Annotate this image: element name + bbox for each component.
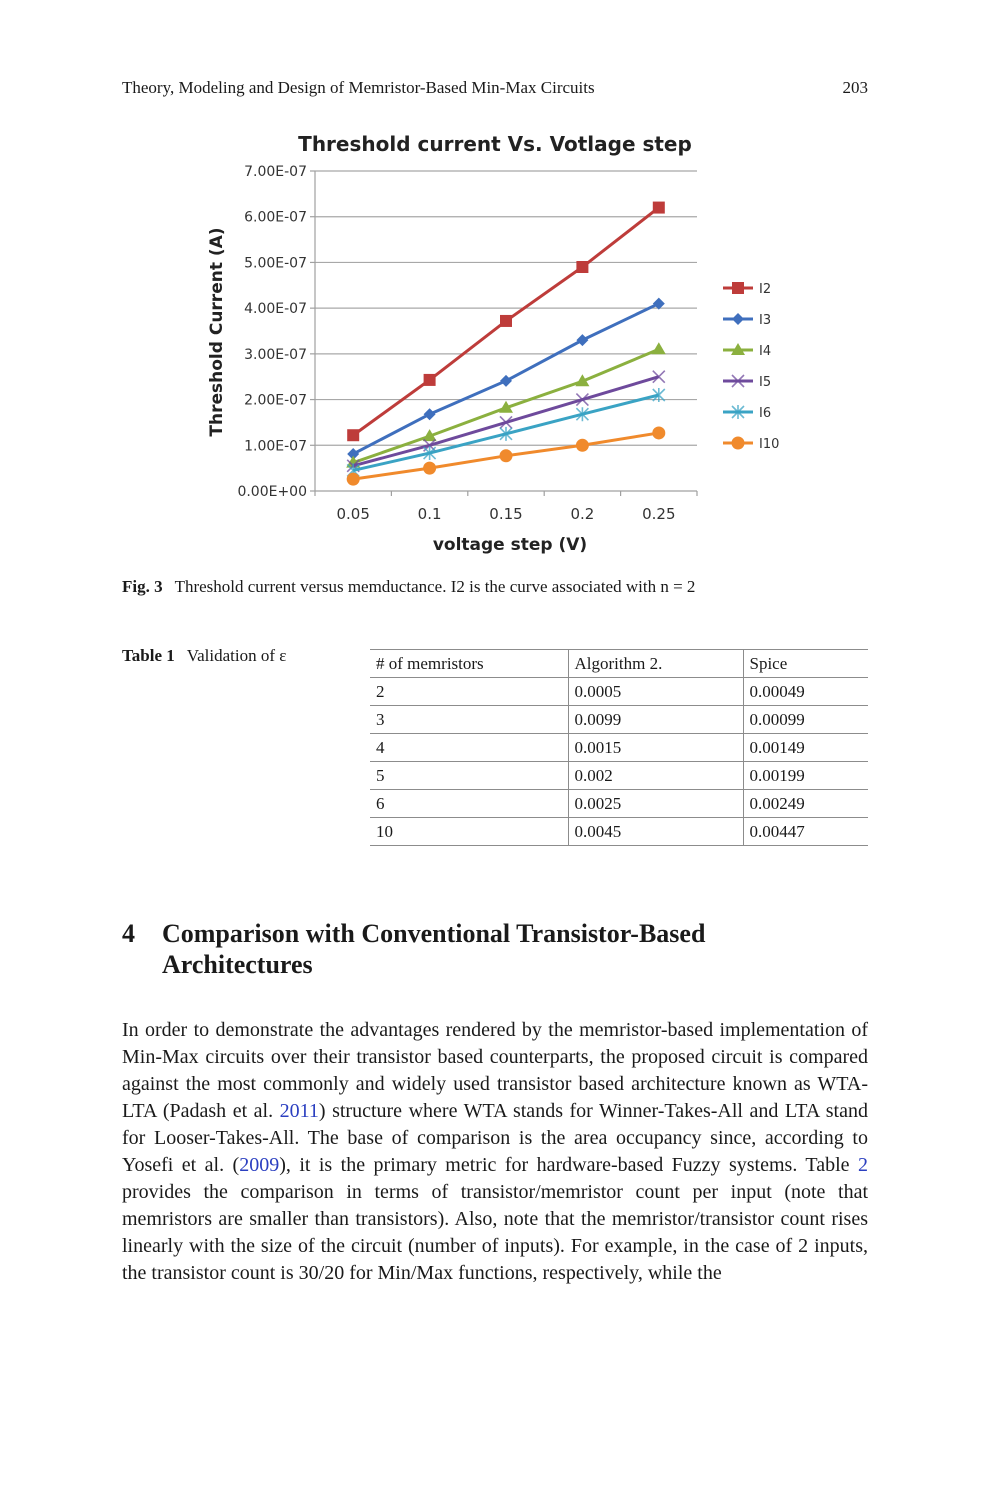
legend-label: I3 (759, 313, 771, 328)
table-cell: 0.00249 (743, 789, 868, 818)
figure-caption-text: Threshold current versus memductance. I2… (174, 577, 696, 596)
table-cell: 0.00149 (743, 733, 868, 762)
column-header: Spice (743, 649, 868, 678)
legend-label: I2 (759, 282, 771, 297)
validation-table: # of memristors Algorithm 2. Spice 2 0.0… (370, 649, 868, 846)
legend-label: I5 (759, 375, 771, 390)
data-point-triangle (651, 342, 666, 355)
table-row: 4 0.0015 0.00149 (370, 733, 868, 762)
data-point-circle (575, 438, 589, 452)
x-axis-ticks: 0.05 0.1 0.15 0.2 0.25 (314, 491, 698, 523)
data-point-circle (346, 472, 360, 486)
legend-label: I4 (759, 344, 771, 359)
body-text-segment: provides the comparison in terms of tran… (122, 1181, 868, 1284)
section-title: Comparison with Conventional Transistor-… (162, 919, 706, 979)
x-tick-label: 0.15 (489, 505, 522, 523)
data-point-circle (423, 461, 437, 475)
data-point-square (347, 429, 360, 442)
y-tick-label: 3.00E-07 (244, 347, 307, 363)
table-cell: 0.00199 (743, 761, 868, 790)
data-point-diamond (500, 374, 512, 387)
legend-item-i6: I6 (723, 405, 771, 421)
table-row: 10 0.0045 0.00447 (370, 817, 868, 846)
data-point-diamond (576, 334, 589, 347)
legend-item-i3: I3 (723, 313, 771, 328)
y-tick-label: 7.00E-07 (244, 164, 307, 180)
body-paragraph: In order to demonstrate the advantages r… (122, 1017, 868, 1287)
table-cell: 5 (370, 761, 569, 790)
table-row: 3 0.0099 0.00099 (370, 705, 868, 734)
data-point-square (500, 314, 512, 327)
legend-item-i5: I5 (723, 374, 771, 390)
data-point-square (652, 201, 665, 214)
table-row: 6 0.0025 0.00249 (370, 789, 868, 818)
running-title: Theory, Modeling and Design of Memristor… (122, 78, 595, 97)
legend-label: I10 (759, 437, 779, 452)
table-cell: 0.0005 (568, 677, 744, 706)
x-tick-label: 0.1 (418, 505, 442, 523)
data-point-diamond (423, 408, 436, 421)
column-header: # of memristors (370, 649, 569, 678)
page-number: 203 (842, 78, 869, 97)
table-caption: Table 1 Validation of ε (122, 646, 286, 666)
table-2-link[interactable]: 2 (858, 1154, 868, 1176)
legend-label: I6 (759, 406, 771, 421)
y-axis-label: Threshold Current (A) (207, 227, 227, 436)
table-cell: 0.0099 (568, 705, 744, 734)
table-row: 5 0.002 0.00199 (370, 761, 868, 790)
y-tick-label: 1.00E-07 (244, 438, 307, 454)
table-cell: 4 (370, 733, 569, 762)
citation-link-padash[interactable]: 2011 (280, 1100, 319, 1122)
table-caption-text: Validation of ε (186, 646, 287, 665)
data-point-circle (652, 426, 666, 440)
table-cell: 3 (370, 705, 569, 734)
citation-link-yosefi[interactable]: 2009 (239, 1154, 279, 1176)
x-axis-label: voltage step (V) (433, 535, 587, 555)
chart-series (346, 201, 666, 486)
column-header: Algorithm 2. (568, 649, 744, 678)
figure-label: Fig. 3 (122, 577, 163, 596)
table-cell: 6 (370, 789, 569, 818)
data-point-square (576, 261, 589, 273)
table-cell: 0.00447 (743, 817, 868, 846)
table-row: 2 0.0005 0.00049 (370, 677, 868, 706)
table-header-row: # of memristors Algorithm 2. Spice (370, 649, 868, 678)
x-tick-label: 0.2 (570, 505, 594, 523)
table-cell: 0.0025 (568, 789, 744, 818)
legend-item-i10: I10 (723, 436, 779, 452)
table-cell: 0.00049 (743, 677, 868, 706)
threshold-current-chart: Threshold current Vs. Votlage step 0.00E… (207, 132, 779, 555)
table-cell: 0.00099 (743, 705, 868, 734)
table-cell: 10 (370, 817, 569, 846)
x-tick-label: 0.25 (642, 505, 675, 523)
legend-marker-square (732, 282, 744, 294)
y-tick-label: 4.00E-07 (244, 301, 307, 317)
data-point-square (423, 373, 436, 386)
y-tick-label: 6.00E-07 (244, 210, 307, 226)
legend-marker-diamond (732, 313, 744, 325)
running-head: Theory, Modeling and Design of Memristor… (122, 78, 868, 98)
body-text-segment: ), it is the primary metric for hardware… (279, 1154, 858, 1176)
legend-marker-circle (731, 436, 745, 450)
legend-item-i4: I4 (723, 343, 771, 359)
y-tick-label: 2.00E-07 (244, 393, 307, 409)
legend-item-i2: I2 (723, 282, 771, 297)
table-cell: 0.002 (568, 761, 744, 790)
y-tick-label: 5.00E-07 (244, 255, 307, 271)
figure-caption: Fig. 3 Threshold current versus memducta… (122, 577, 695, 597)
table-cell: 2 (370, 677, 569, 706)
y-axis-ticks: 0.00E+00 1.00E-07 2.00E-07 3.00E-07 4.00E-07… (237, 164, 315, 500)
chart-legend: I2 I3 I4 I5 I6 I10 (723, 282, 779, 452)
table-cell: 0.0015 (568, 733, 744, 762)
section-heading: 4 Comparison with Conventional Transisto… (122, 918, 762, 980)
chart-title: Threshold current Vs. Votlage step (298, 132, 692, 156)
table-label: Table 1 (122, 646, 175, 665)
x-tick-label: 0.05 (336, 505, 369, 523)
y-tick-label: 0.00E+00 (237, 484, 307, 500)
table-cell: 0.0045 (568, 817, 744, 846)
data-point-circle (499, 449, 513, 463)
section-number: 4 (122, 919, 135, 948)
